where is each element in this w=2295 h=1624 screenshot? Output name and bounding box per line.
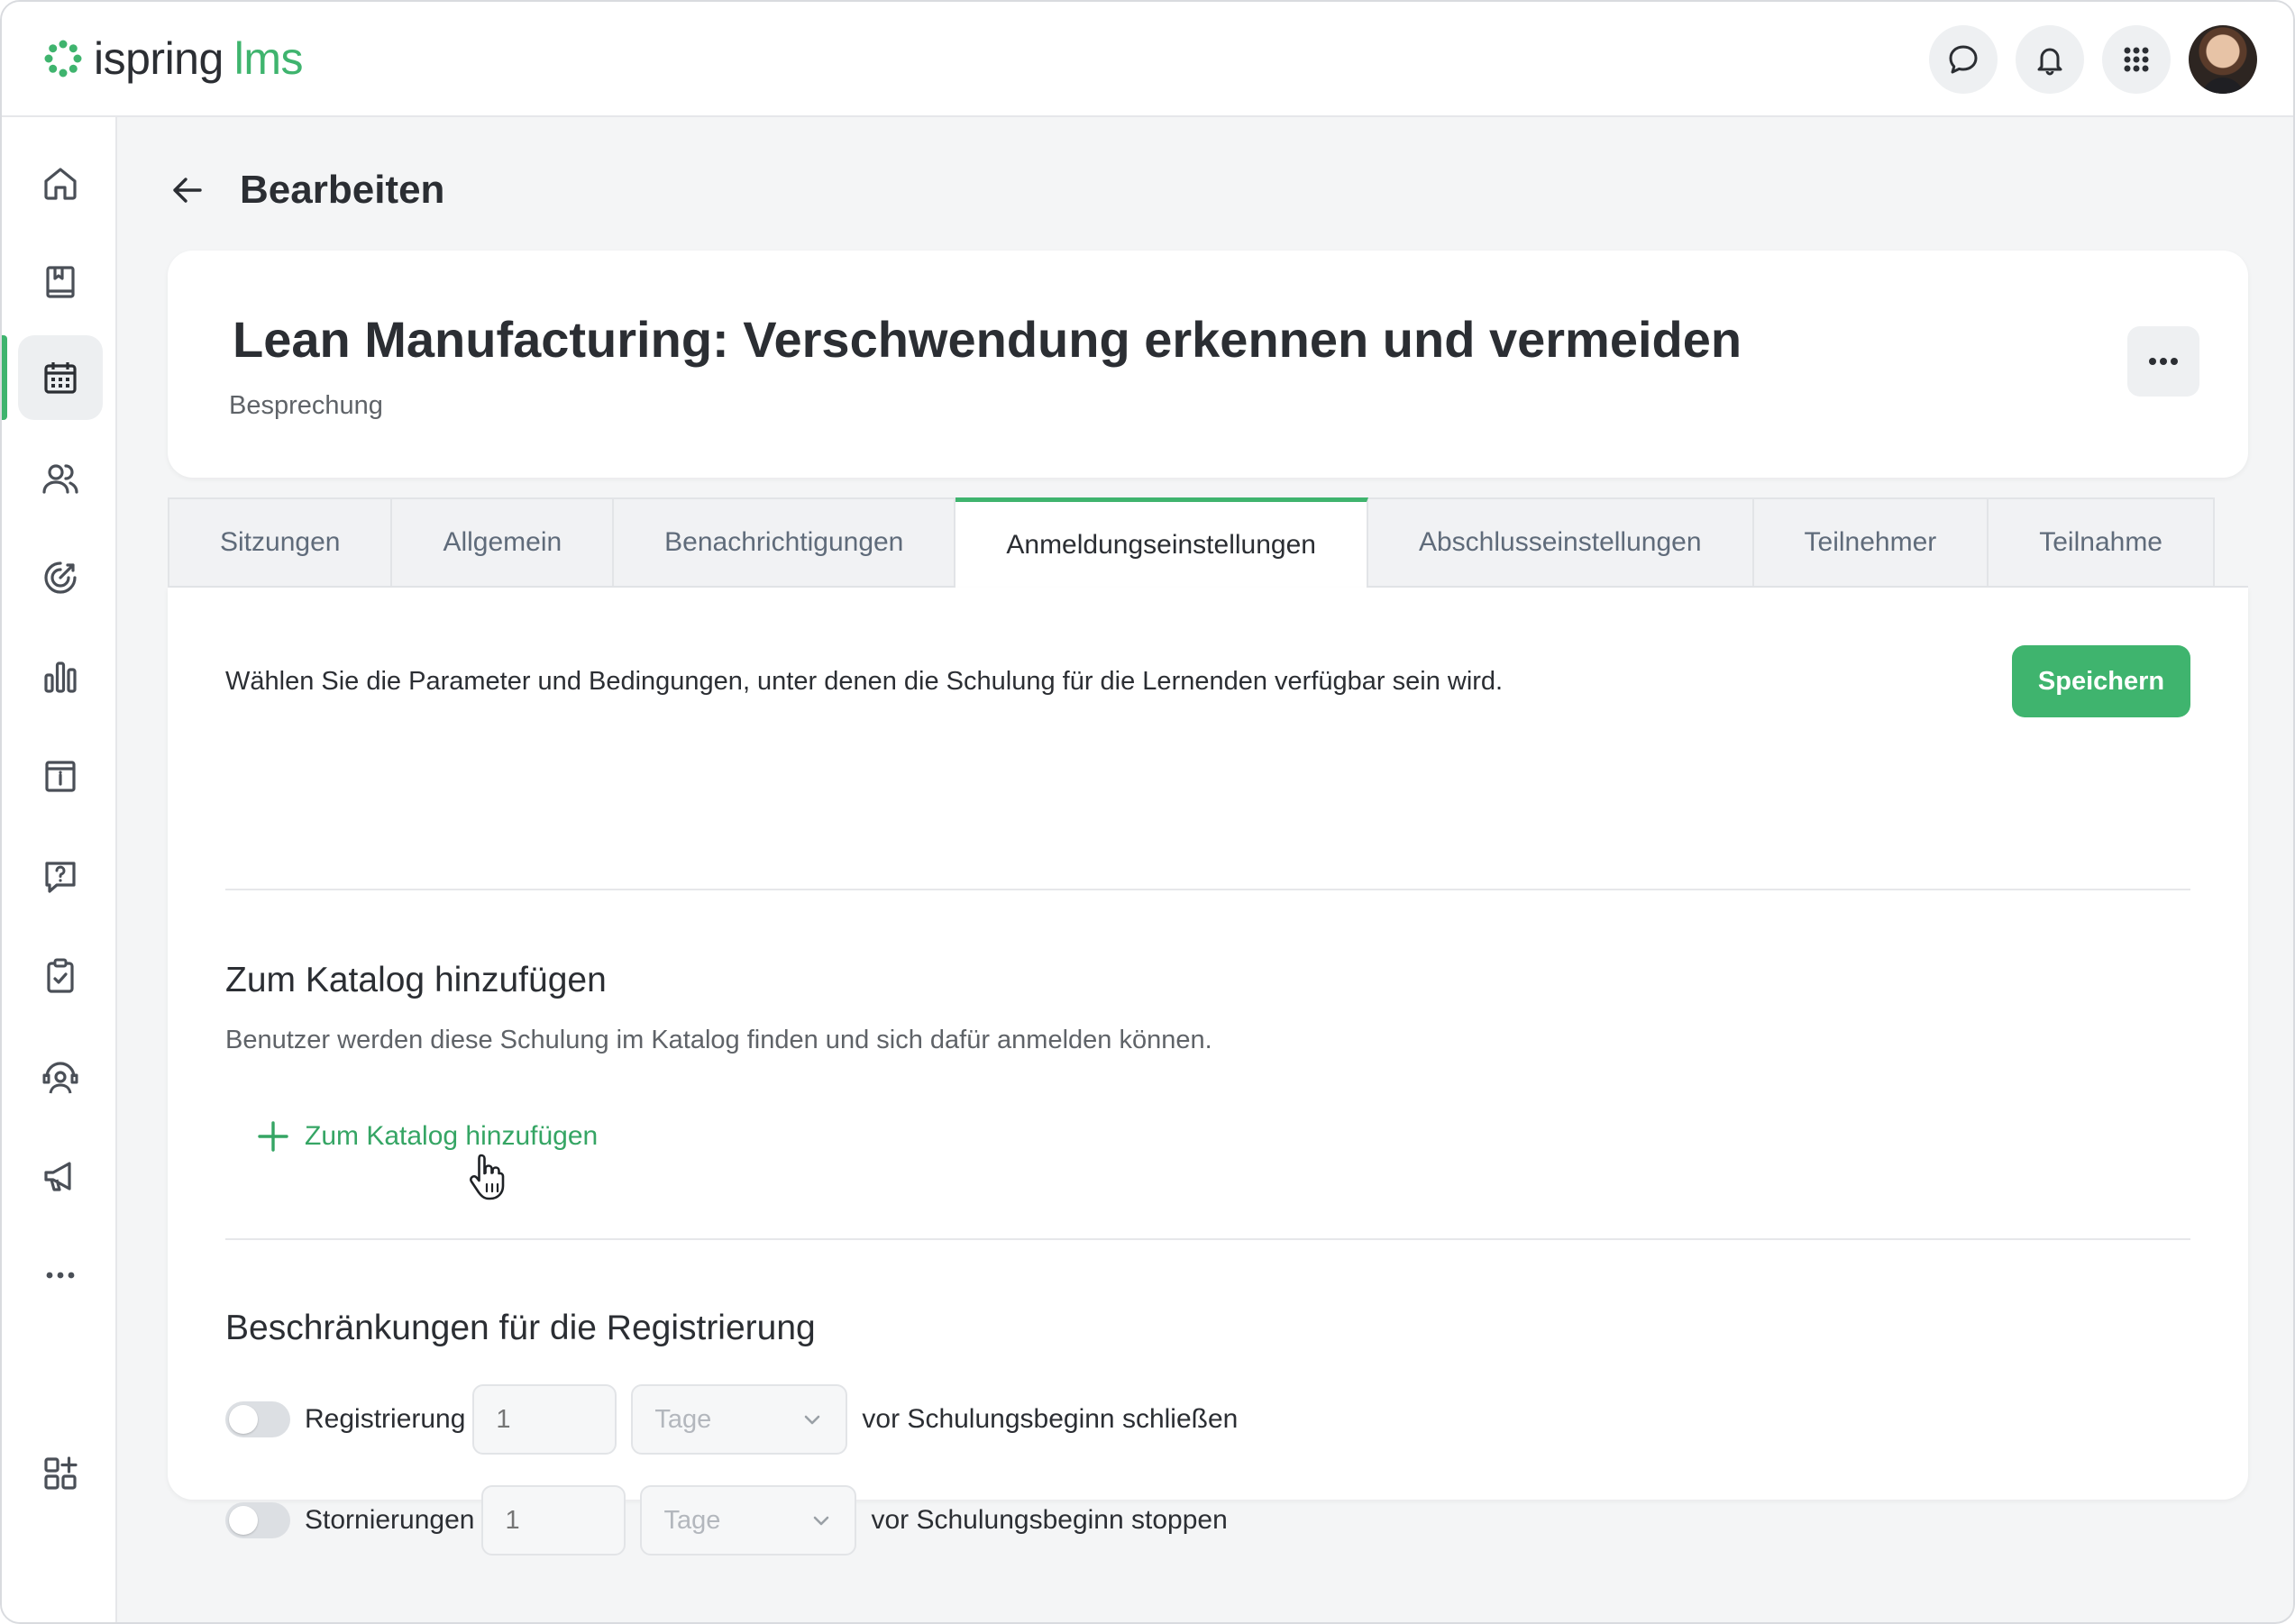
apps-button[interactable]	[2102, 25, 2171, 94]
chat-icon	[1949, 45, 1978, 74]
registration-toggle[interactable]	[225, 1401, 290, 1437]
cancellation-toggle[interactable]	[225, 1502, 290, 1538]
main-area: Bearbeiten Lean Manufacturing: Verschwen…	[117, 117, 2293, 1622]
registration-label: Registrierung	[305, 1404, 466, 1434]
question-chat-icon	[45, 862, 76, 893]
sidebar-item-announcements[interactable]	[18, 1134, 103, 1218]
sidebar-item-add-widget[interactable]	[18, 1431, 103, 1516]
divider	[225, 1238, 2190, 1240]
cancellation-row: Stornierungen Tage vor Schulungsbeginn s…	[225, 1485, 1228, 1556]
info-board-icon	[45, 761, 76, 792]
tab-bar: Sitzungen Allgemein Benachrichtigungen A…	[168, 497, 2248, 588]
megaphone-icon	[44, 1162, 71, 1191]
calendar-icon	[44, 362, 77, 394]
add-to-catalog-label: Zum Katalog hinzufügen	[305, 1121, 599, 1151]
logo-suffix: lms	[233, 33, 304, 84]
registration-unit-select[interactable]: Tage	[631, 1384, 848, 1455]
sidebar-item-info[interactable]	[18, 734, 103, 818]
sidebar	[2, 117, 117, 1622]
cancellation-days-input[interactable]	[481, 1485, 626, 1556]
logo-text: ispring	[94, 33, 224, 84]
sidebar-item-courses[interactable]	[18, 240, 103, 324]
page-title: Bearbeiten	[240, 168, 445, 212]
hand-cursor-icon	[470, 1154, 505, 1200]
divider	[225, 889, 2190, 890]
chevron-down-icon	[805, 1415, 820, 1425]
tab-anmeldungseinstellungen[interactable]: Anmeldungseinstellungen	[955, 497, 1368, 588]
avatar[interactable]	[2189, 25, 2257, 94]
logo[interactable]: ispring lms	[41, 32, 304, 85]
tab-sitzungen[interactable]: Sitzungen	[168, 497, 393, 588]
course-title: Lean Manufacturing: Verschwendung erkenn…	[233, 311, 1742, 368]
users-icon	[42, 464, 78, 494]
catalog-section-title: Zum Katalog hinzufügen	[225, 961, 607, 999]
more-icon	[46, 1272, 75, 1279]
book-icon	[46, 266, 75, 298]
support-agent-icon	[42, 1062, 78, 1094]
sidebar-item-reports[interactable]	[18, 634, 103, 719]
add-to-catalog-link[interactable]: Zum Katalog hinzufügen	[256, 1119, 598, 1154]
app-window: ispring lms Bearbeiten Lean Manufacturin…	[0, 0, 2295, 1624]
cancellation-suffix: vor Schulungsbeginn stoppen	[871, 1505, 1228, 1535]
top-actions	[1929, 25, 2257, 94]
plus-icon	[258, 1121, 288, 1152]
cancellation-unit-value: Tage	[663, 1505, 721, 1535]
sidebar-item-goals[interactable]	[18, 535, 103, 620]
tab-teilnehmer[interactable]: Teilnehmer	[1753, 497, 1989, 588]
tab-allgemein[interactable]: Allgemein	[392, 497, 615, 588]
more-actions-button[interactable]	[2127, 326, 2199, 397]
sidebar-item-more[interactable]	[18, 1233, 103, 1318]
course-header-card: Lean Manufacturing: Verschwendung erkenn…	[168, 251, 2248, 478]
registration-suffix: vor Schulungsbeginn schließen	[862, 1404, 1239, 1434]
page-header: Bearbeiten	[168, 168, 444, 213]
ellipsis-icon	[2149, 358, 2178, 365]
sidebar-item-assignments[interactable]	[18, 934, 103, 1018]
intro-text: Wählen Sie die Parameter und Bedingungen…	[225, 667, 1504, 696]
notifications-button[interactable]	[2016, 25, 2084, 94]
cancellation-label: Stornierungen	[305, 1505, 475, 1535]
home-icon	[44, 168, 77, 200]
sidebar-item-users[interactable]	[18, 436, 103, 521]
registration-unit-value: Tage	[654, 1404, 712, 1434]
sidebar-item-questions[interactable]	[18, 835, 103, 919]
tab-teilnahme[interactable]: Teilnahme	[1989, 497, 2215, 588]
sidebar-item-calendar[interactable]	[18, 335, 103, 420]
restrictions-section-title: Beschränkungen für die Registrierung	[225, 1309, 816, 1347]
clipboard-check-icon	[47, 958, 74, 993]
course-type: Besprechung	[229, 391, 383, 420]
settings-panel: Wählen Sie die Parameter und Bedingungen…	[168, 588, 2248, 1556]
save-button[interactable]: Speichern	[2012, 645, 2190, 717]
registration-row: Registrierung Tage vor Schulungsbeginn s…	[225, 1384, 1238, 1455]
tabs-filler	[2215, 497, 2248, 588]
chat-button[interactable]	[1929, 25, 1998, 94]
target-icon	[44, 561, 77, 594]
bar-chart-icon	[44, 661, 77, 693]
registration-days-input[interactable]	[472, 1384, 617, 1455]
sidebar-item-support[interactable]	[18, 1035, 103, 1119]
bell-icon	[2037, 48, 2062, 76]
catalog-section-description: Benutzer werden diese Schulung im Katalo…	[225, 1026, 1212, 1054]
tab-abschlusseinstellungen[interactable]: Abschlusseinstellungen	[1367, 497, 1754, 588]
cancellation-unit-select[interactable]: Tage	[640, 1485, 857, 1556]
back-arrow-icon[interactable]	[168, 170, 207, 210]
add-widget-icon	[44, 1456, 78, 1490]
sidebar-active-indicator	[2, 335, 7, 420]
top-bar: ispring lms	[2, 2, 2293, 117]
logo-mark-icon	[44, 40, 82, 78]
tab-benachrichtigungen[interactable]: Benachrichtigungen	[614, 497, 956, 588]
apps-grid-icon	[2124, 47, 2149, 72]
sidebar-item-home[interactable]	[18, 141, 103, 225]
chevron-down-icon	[814, 1516, 829, 1526]
